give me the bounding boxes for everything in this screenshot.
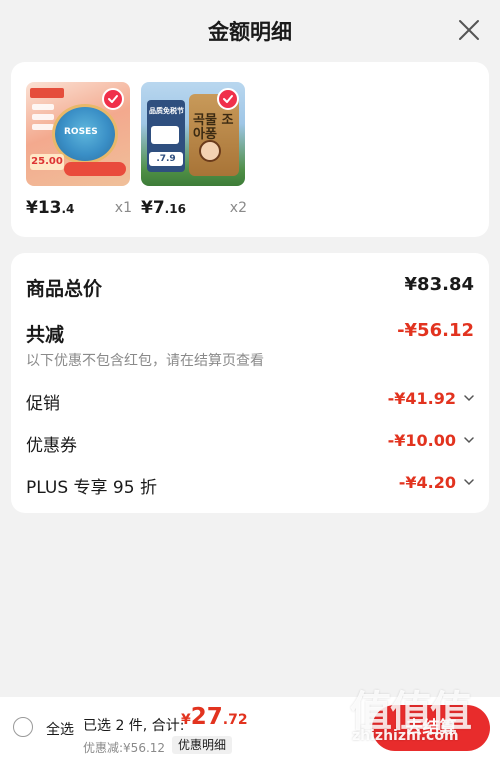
product-price-row: ¥7.16 x2: [141, 198, 247, 220]
selected-check-icon: [102, 88, 124, 110]
discount-item-value: -¥4.20: [398, 473, 456, 492]
total-reduce-value: -¥56.12: [397, 320, 474, 341]
close-icon[interactable]: [458, 19, 480, 41]
mascot-face: [199, 140, 221, 162]
chevron-down-icon: [464, 395, 474, 402]
total-price-value: ¥83.84: [404, 274, 474, 295]
product-quantity: x2: [229, 200, 247, 216]
product-image: ROSES 25.00: [26, 82, 130, 186]
discount-item-label: PLUS 专享 95 折: [26, 478, 157, 498]
discount-note-row: 以下优惠不包含红包，请在结算页查看: [26, 350, 474, 370]
total-decimal: .72: [222, 712, 248, 728]
product-item[interactable]: ROSES 25.00 ¥13.4 x1: [26, 82, 132, 218]
discount-detail-button[interactable]: 优惠明细: [172, 736, 233, 754]
product-brand-text: ROSES: [64, 127, 98, 137]
total-amount: ¥27.72: [181, 704, 248, 730]
price-summary-card: 商品总价 ¥83.84 共减 -¥56.12 以下优惠不包含红包，请在结算页查看…: [11, 253, 489, 513]
select-all-label[interactable]: 全选: [46, 719, 74, 739]
selected-check-icon: [217, 88, 239, 110]
product-thumb-price: .7.9: [149, 152, 183, 166]
total-yen: ¥: [181, 712, 191, 728]
promo-line: [32, 114, 54, 120]
discount-item-value: -¥41.92: [387, 389, 456, 408]
product-image: 品质免税节 .7.9 곡물 조아퐁: [141, 82, 245, 186]
total-integer: 27: [190, 704, 223, 730]
chevron-down-icon: [464, 479, 474, 486]
discount-item-coupon[interactable]: 优惠券 -¥10.00: [26, 431, 474, 456]
price-decimal: .4: [61, 202, 75, 216]
select-all-radio[interactable]: [13, 717, 33, 737]
discount-item-promotion[interactable]: 促销 -¥41.92: [26, 389, 474, 414]
promo-line: [32, 104, 54, 110]
product-thumb-price: 25.00: [30, 154, 64, 170]
total-reduce-row: 共减 -¥56.12: [26, 320, 474, 346]
product-price-row: ¥13.4 x1: [26, 198, 132, 220]
discount-item-label: 优惠券: [26, 436, 77, 456]
total-reduce-label: 共减: [26, 324, 65, 346]
total-price-label: 商品总价: [26, 278, 103, 300]
promo-panel-text: 品质免税节: [149, 107, 184, 115]
checkout-bar: 全选 已选 2 件, 合计: ¥27.72 优惠减:¥56.12 优惠明细 去结…: [0, 697, 500, 758]
promo-line: [32, 124, 54, 130]
product-list-card: ROSES 25.00 ¥13.4 x1 品质免税节 .7.9 곡물 조아퐁 ¥: [11, 62, 489, 237]
product-brand-text: 곡물 조아퐁: [193, 113, 234, 142]
product-price: ¥7.16: [141, 198, 186, 218]
promo-box: [151, 126, 179, 144]
product-item[interactable]: 品质免税节 .7.9 곡물 조아퐁 ¥7.16 x2: [141, 82, 247, 218]
modal-title: 金额明细: [208, 20, 292, 44]
price-integer: ¥13: [26, 198, 62, 218]
discount-summary: 优惠减:¥56.12: [83, 741, 166, 755]
product-quantity: x1: [114, 200, 132, 216]
price-integer: ¥7: [141, 198, 165, 218]
product-price: ¥13.4: [26, 198, 74, 218]
chevron-down-icon: [464, 437, 474, 444]
total-price-row: 商品总价 ¥83.84: [26, 274, 474, 300]
discount-item-value: -¥10.00: [387, 431, 456, 450]
checkout-button[interactable]: 去结算: [372, 705, 490, 751]
discount-item-plus[interactable]: PLUS 专享 95 折 -¥4.20: [26, 473, 474, 498]
price-decimal: .16: [164, 202, 186, 216]
selected-count-text: 已选 2 件, 合计:: [83, 718, 185, 734]
modal-header: 金额明细: [0, 0, 500, 62]
discount-item-label: 促销: [26, 394, 60, 414]
promo-strip: [64, 162, 126, 176]
promo-banner: [30, 88, 64, 98]
discount-note: 以下优惠不包含红包，请在结算页查看: [26, 353, 264, 369]
